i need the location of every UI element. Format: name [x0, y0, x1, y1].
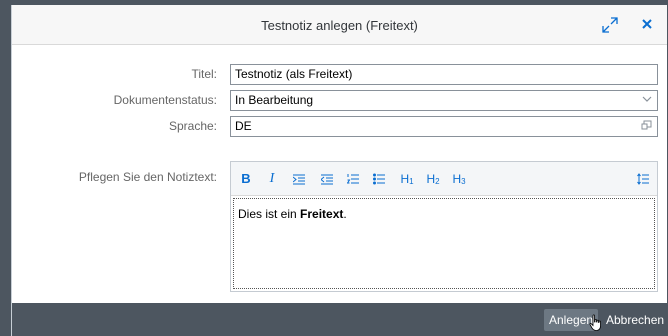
- create-note-dialog: Testnotiz anlegen (Freitext) Titel: Test…: [11, 5, 667, 336]
- rich-text-editor: B I H1 H2 H3 Dies ist ein Freitext.: [230, 161, 658, 292]
- heading2-sub: 2: [435, 177, 440, 186]
- heading3-label: H: [452, 172, 462, 186]
- line-spacing-button[interactable]: [635, 170, 651, 188]
- heading1-button[interactable]: H1: [397, 170, 417, 188]
- language-input[interactable]: DE: [230, 116, 658, 137]
- status-label: Dokumentenstatus:: [113, 93, 217, 107]
- line-spacing-icon: [637, 173, 649, 185]
- note-text-area[interactable]: Dies ist ein Freitext.: [233, 198, 655, 289]
- chevron-down-icon[interactable]: [642, 92, 652, 113]
- indent-icon: [292, 174, 305, 185]
- dialog-title: Testnotiz anlegen (Freitext): [261, 18, 418, 33]
- numbered-list-button[interactable]: [345, 170, 361, 188]
- language-input-value: DE: [235, 119, 252, 133]
- cancel-button[interactable]: Abbrechen: [601, 309, 668, 331]
- bullet-list-icon: [373, 173, 385, 185]
- heading2-label: H: [426, 172, 436, 186]
- numbered-list-icon: [346, 174, 359, 184]
- title-label: Titel:: [191, 67, 217, 81]
- heading1-label: H: [400, 172, 410, 186]
- title-input-value: Testnotiz (als Freitext): [235, 67, 353, 81]
- dialog-header: Testnotiz anlegen (Freitext): [12, 5, 667, 45]
- expand-icon[interactable]: [602, 17, 620, 35]
- value-help-icon[interactable]: [641, 118, 652, 139]
- editor-toolbar: B I H1 H2 H3: [231, 162, 657, 196]
- title-input[interactable]: Testnotiz (als Freitext): [230, 64, 658, 85]
- heading3-sub: 3: [461, 177, 466, 186]
- bold-button[interactable]: B: [239, 170, 253, 188]
- outdent-icon: [320, 174, 333, 185]
- outdent-button[interactable]: [319, 170, 335, 188]
- close-icon[interactable]: [640, 17, 658, 35]
- dialog-footer: Anlegen Abbrechen: [12, 303, 667, 336]
- heading2-button[interactable]: H2: [423, 170, 443, 188]
- language-label: Sprache:: [168, 119, 217, 133]
- heading1-sub: 1: [409, 177, 414, 186]
- bullet-list-button[interactable]: [371, 170, 387, 188]
- note-text-bold: Freitext: [300, 207, 344, 221]
- note-text-label: Pflegen Sie den Notiztext:: [78, 170, 217, 184]
- indent-button[interactable]: [291, 170, 307, 188]
- hand-cursor-icon: [589, 314, 603, 335]
- italic-button[interactable]: I: [265, 170, 279, 188]
- status-select-value: In Bearbeitung: [235, 93, 314, 107]
- note-text-suffix: .: [343, 207, 347, 221]
- heading3-button[interactable]: H3: [449, 170, 469, 188]
- status-select[interactable]: In Bearbeitung: [230, 90, 658, 111]
- note-text-prefix: Dies ist ein: [238, 207, 301, 221]
